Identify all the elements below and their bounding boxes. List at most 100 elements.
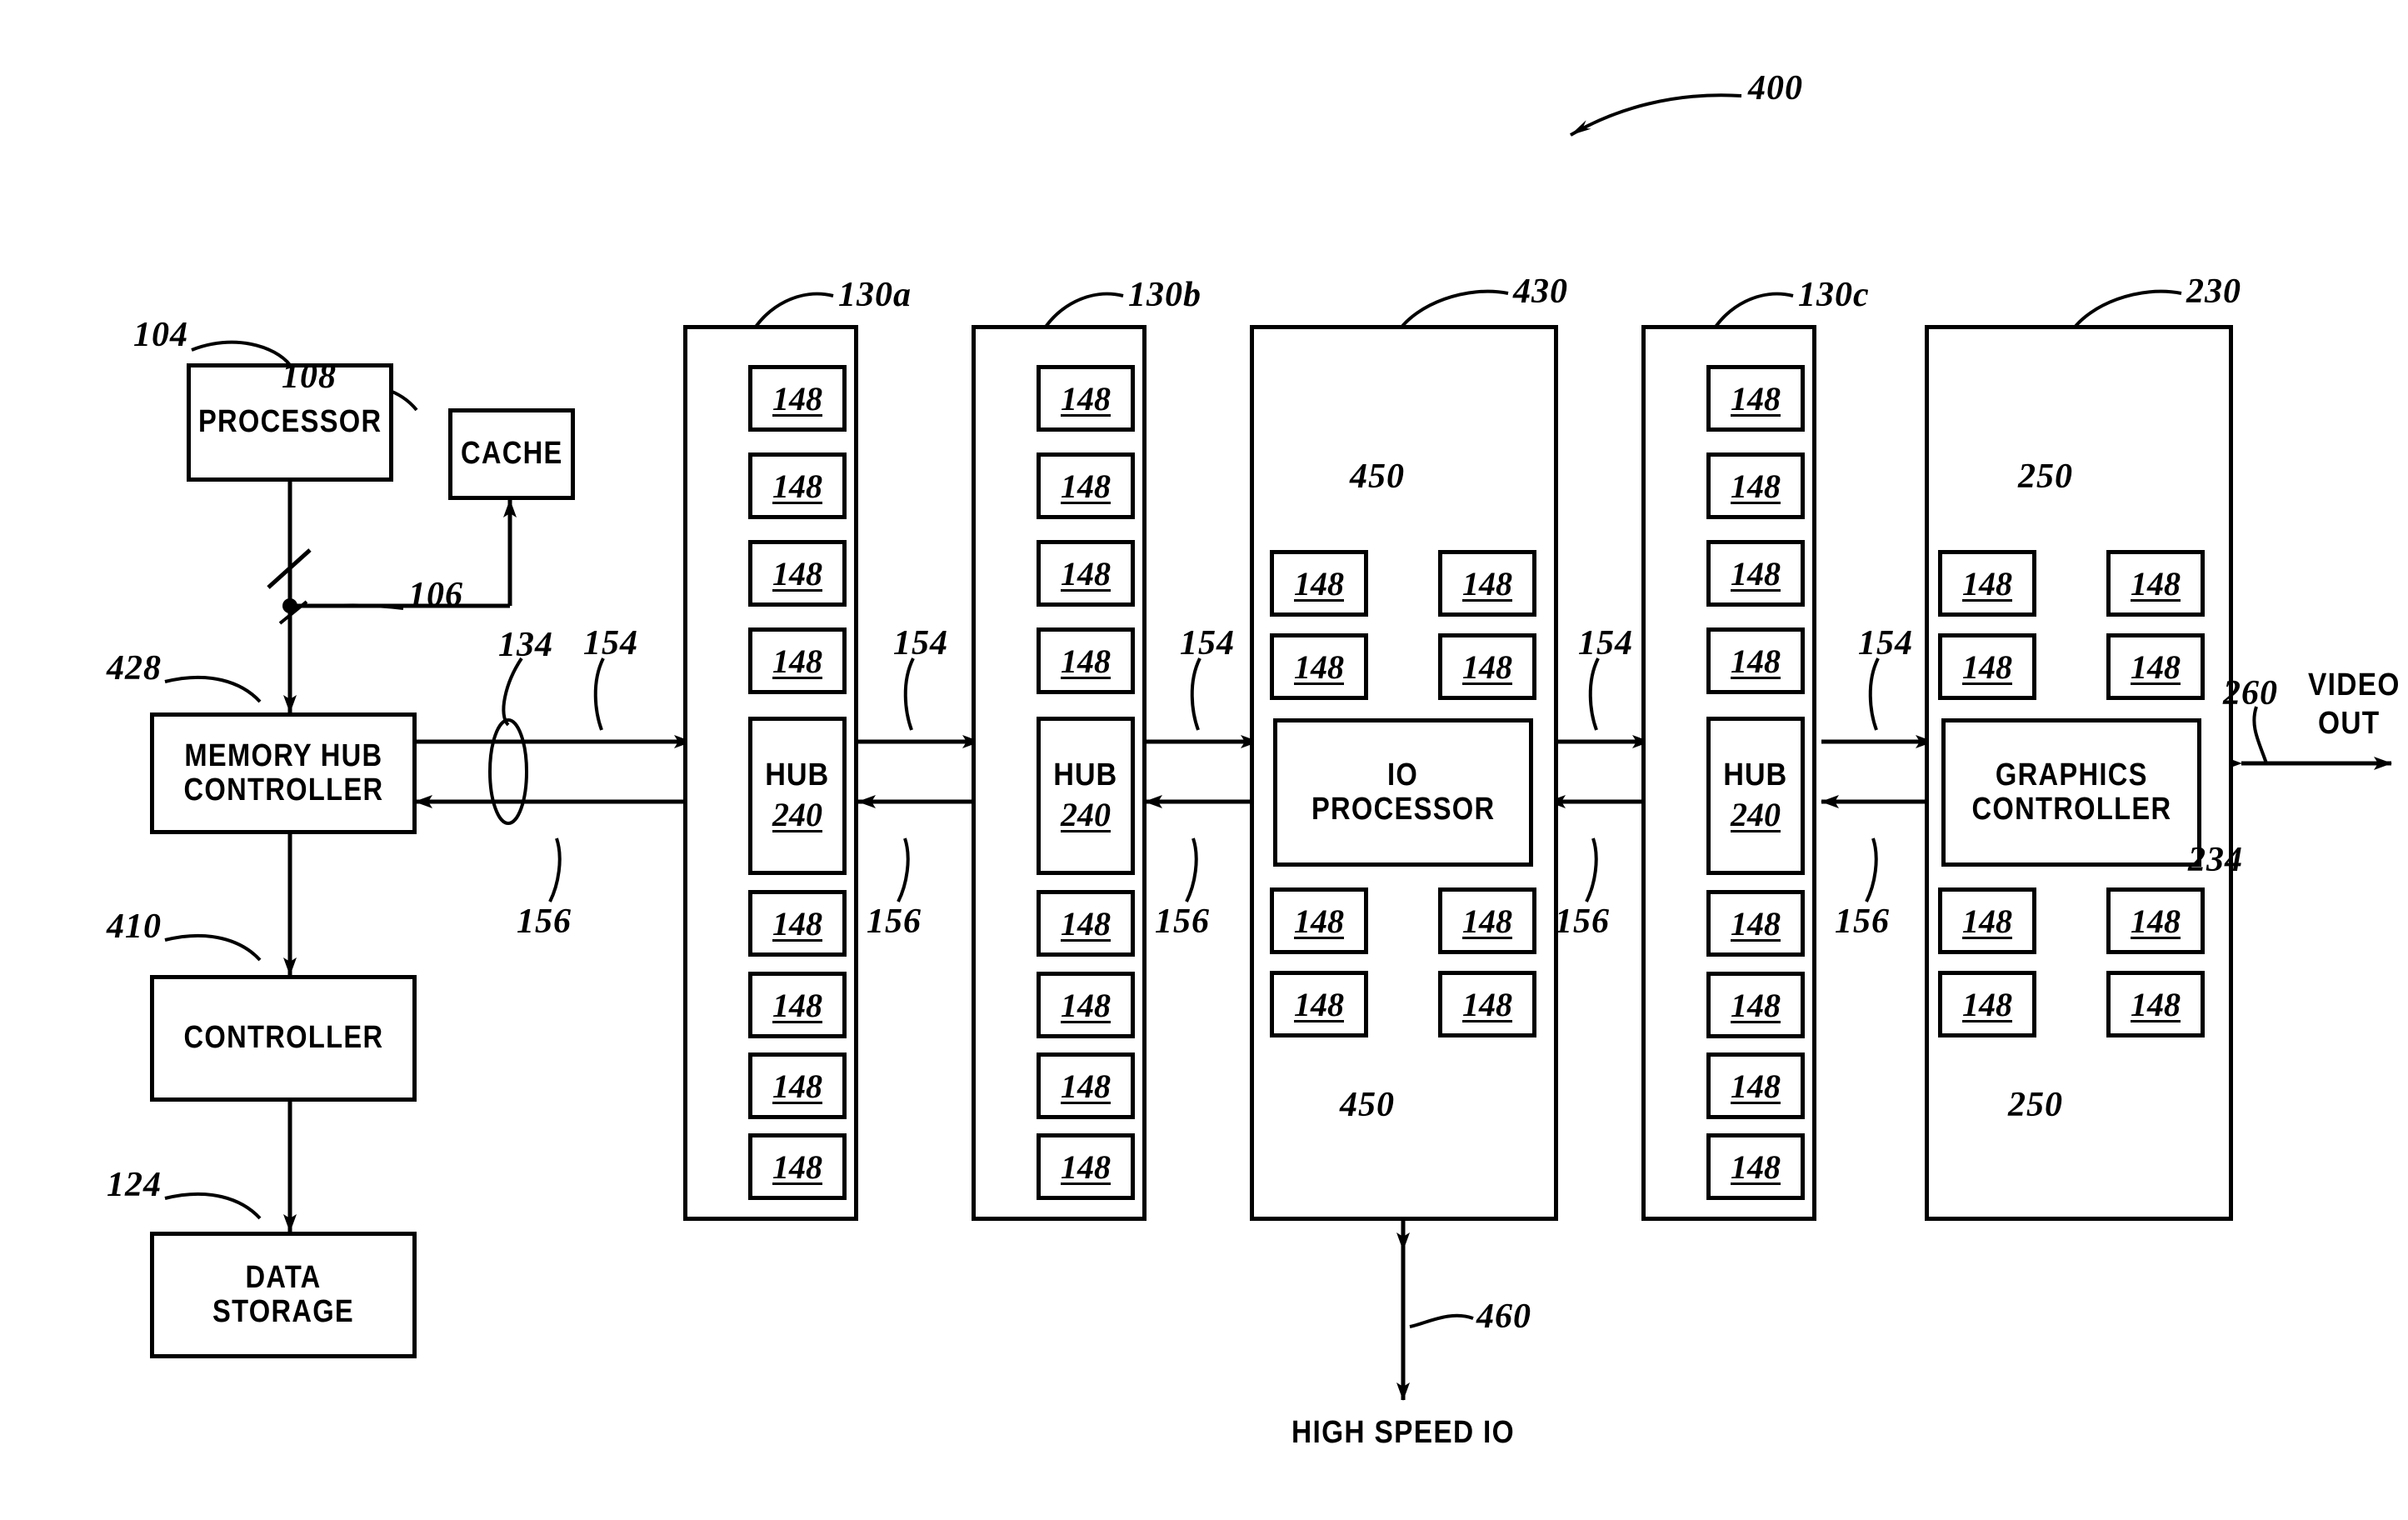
memory-hub-240[interactable]: HUB 240 <box>1037 717 1135 875</box>
io-processor-label-line2: PROCESSOR <box>1311 792 1496 827</box>
memory-hub-controller-label-line2: CONTROLLER <box>183 772 383 808</box>
memory-device-148[interactable]: 148 <box>1037 365 1135 432</box>
memory-device-148[interactable]: 148 <box>748 972 847 1038</box>
data-storage-label: DATA STORAGE <box>212 1259 355 1329</box>
memory-device-number: 148 <box>1061 1067 1111 1105</box>
memory-device-148[interactable]: 148 <box>1037 1133 1135 1200</box>
memory-device-148[interactable]: 148 <box>748 365 847 432</box>
ref-154-5: 154 <box>1858 624 1913 662</box>
memory-device-148[interactable]: 148 <box>1037 1052 1135 1119</box>
memory-device-number: 148 <box>1731 379 1781 418</box>
memory-device-number: 148 <box>1294 902 1344 940</box>
memory-device-number: 148 <box>2131 902 2181 940</box>
cache-block[interactable]: CACHE <box>448 408 575 500</box>
memory-device-148[interactable]: 148 <box>1037 628 1135 694</box>
memory-device-number: 148 <box>1731 1148 1781 1186</box>
hub-number: 240 <box>1731 796 1781 833</box>
memory-device-148[interactable]: 148 <box>1706 540 1805 607</box>
ref-106: 106 <box>408 576 463 614</box>
ref-156-2: 156 <box>867 902 922 941</box>
memory-device-148[interactable]: 148 <box>1037 890 1135 957</box>
processor-label: PROCESSOR <box>197 404 382 440</box>
memory-device-148[interactable]: 148 <box>748 540 847 607</box>
memory-device-number: 148 <box>1061 1148 1111 1186</box>
memory-device-number: 148 <box>1061 554 1111 592</box>
graphics-controller-label-line2: CONTROLLER <box>1971 792 2171 827</box>
ref-108: 108 <box>282 358 337 396</box>
memory-device-number: 148 <box>1962 648 2012 686</box>
memory-device-148[interactable]: 148 <box>1706 452 1805 519</box>
memory-device-number: 148 <box>1962 902 2012 940</box>
memory-device-number: 148 <box>1962 564 2012 602</box>
memory-hub-controller-block[interactable]: MEMORY HUB CONTROLLER <box>150 712 417 834</box>
memory-device-148[interactable]: 148 <box>1270 971 1368 1038</box>
memory-hub-240[interactable]: HUB 240 <box>748 717 847 875</box>
memory-device-148[interactable]: 148 <box>1706 1052 1805 1119</box>
memory-device-number: 148 <box>1294 985 1344 1023</box>
memory-device-148[interactable]: 148 <box>2106 633 2205 700</box>
memory-device-148[interactable]: 148 <box>1037 540 1135 607</box>
memory-device-148[interactable]: 148 <box>1037 452 1135 519</box>
memory-device-148[interactable]: 148 <box>748 1052 847 1119</box>
memory-device-148[interactable]: 148 <box>1438 633 1536 700</box>
ref-460: 460 <box>1476 1298 1531 1336</box>
memory-device-number: 148 <box>772 642 822 680</box>
ref-130b: 130b <box>1128 276 1202 314</box>
memory-device-148[interactable]: 148 <box>1706 1133 1805 1200</box>
memory-device-number: 148 <box>772 467 822 505</box>
memory-device-148[interactable]: 148 <box>1438 971 1536 1038</box>
memory-device-148[interactable]: 148 <box>1438 888 1536 954</box>
memory-device-148[interactable]: 148 <box>1438 550 1536 617</box>
data-storage-block[interactable]: DATA STORAGE <box>150 1232 417 1358</box>
ref-154-3: 154 <box>1180 624 1235 662</box>
ref-410: 410 <box>107 908 162 946</box>
memory-device-148[interactable]: 148 <box>1706 972 1805 1038</box>
memory-device-148[interactable]: 148 <box>1938 633 2036 700</box>
hub-label: HUB <box>765 758 830 792</box>
ref-130a: 130a <box>838 276 912 314</box>
io-processor-block[interactable]: IO PROCESSOR <box>1273 718 1533 867</box>
memory-device-148[interactable]: 148 <box>2106 971 2205 1038</box>
memory-device-number: 148 <box>1061 904 1111 942</box>
ref-156-1: 156 <box>517 902 572 941</box>
memory-device-148[interactable]: 148 <box>1938 971 2036 1038</box>
memory-device-148[interactable]: 148 <box>748 452 847 519</box>
ref-156-5: 156 <box>1835 902 1890 941</box>
memory-device-148[interactable]: 148 <box>1938 888 2036 954</box>
graphics-controller-block[interactable]: GRAPHICS CONTROLLER <box>1941 718 2201 867</box>
ref-430: 430 <box>1513 272 1568 311</box>
patent-figure-canvas: PROCESSOR CACHE MEMORY HUB CONTROLLER CO… <box>0 0 2408 1520</box>
ref-154-2: 154 <box>893 624 948 662</box>
memory-hub-240[interactable]: HUB 240 <box>1706 717 1805 875</box>
ref-450-bottom: 450 <box>1340 1086 1395 1124</box>
memory-device-148[interactable]: 148 <box>748 628 847 694</box>
memory-device-number: 148 <box>1462 648 1512 686</box>
video-out-label-line1: VIDEO <box>2308 668 2401 702</box>
ref-450-top: 450 <box>1350 458 1405 496</box>
memory-device-148[interactable]: 148 <box>1706 890 1805 957</box>
ref-230: 230 <box>2186 272 2241 311</box>
memory-device-number: 148 <box>1731 986 1781 1024</box>
memory-device-148[interactable]: 148 <box>1270 888 1368 954</box>
memory-device-number: 148 <box>1731 554 1781 592</box>
memory-device-number: 148 <box>772 1148 822 1186</box>
controller-label: CONTROLLER <box>183 1020 383 1056</box>
memory-device-number: 148 <box>772 986 822 1024</box>
memory-device-number: 148 <box>772 554 822 592</box>
memory-device-148[interactable]: 148 <box>1270 633 1368 700</box>
memory-device-148[interactable]: 148 <box>748 890 847 957</box>
high-speed-io-label: HIGH SPEED IO <box>1291 1415 1516 1451</box>
memory-device-148[interactable]: 148 <box>1270 550 1368 617</box>
memory-device-148[interactable]: 148 <box>1037 972 1135 1038</box>
ref-130c: 130c <box>1798 276 1870 314</box>
memory-device-148[interactable]: 148 <box>2106 888 2205 954</box>
memory-device-148[interactable]: 148 <box>1938 550 2036 617</box>
memory-device-148[interactable]: 148 <box>748 1133 847 1200</box>
ref-428: 428 <box>107 649 162 688</box>
memory-device-number: 148 <box>2131 648 2181 686</box>
memory-device-148[interactable]: 148 <box>1706 365 1805 432</box>
memory-device-148[interactable]: 148 <box>1706 628 1805 694</box>
memory-device-148[interactable]: 148 <box>2106 550 2205 617</box>
memory-device-number: 148 <box>772 379 822 418</box>
controller-block[interactable]: CONTROLLER <box>150 975 417 1102</box>
